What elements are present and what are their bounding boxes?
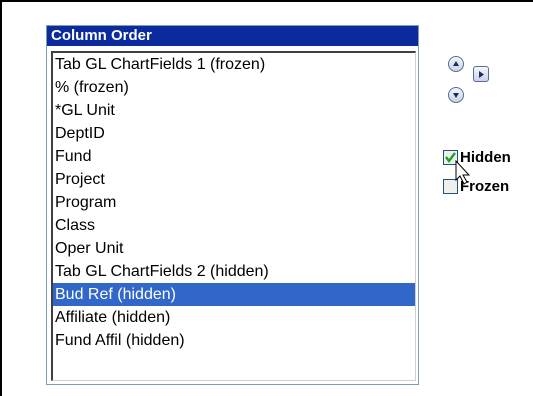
list-item[interactable]: Program xyxy=(53,191,415,214)
list-item[interactable]: Class xyxy=(53,214,415,237)
list-item[interactable]: Tab GL ChartFields 2 (hidden) xyxy=(53,260,415,283)
move-right-button[interactable] xyxy=(473,66,489,82)
move-up-icon xyxy=(453,61,459,66)
list-item[interactable]: Project xyxy=(53,168,415,191)
column-order-panel: Column Order Tab GL ChartFields 1 (froze… xyxy=(46,25,419,385)
list-item[interactable]: Affiliate (hidden) xyxy=(53,306,415,329)
list-item[interactable]: % (frozen) xyxy=(53,76,415,99)
move-right-icon xyxy=(479,71,484,78)
move-up-button[interactable] xyxy=(448,56,464,72)
list-item[interactable]: Fund Affil (hidden) xyxy=(53,329,415,352)
list-item[interactable]: Oper Unit xyxy=(53,237,415,260)
column-order-listbox[interactable]: Tab GL ChartFields 1 (frozen)% (frozen) *… xyxy=(51,51,416,381)
list-item[interactable]: *GL Unit xyxy=(53,99,415,122)
list-item[interactable]: Bud Ref (hidden) xyxy=(53,283,415,306)
list-item[interactable]: Tab GL ChartFields 1 (frozen) xyxy=(53,53,415,76)
list-item[interactable]: DeptID xyxy=(53,122,415,145)
move-down-icon xyxy=(453,93,459,98)
list-item[interactable]: Fund xyxy=(53,145,415,168)
column-order-header: Column Order xyxy=(47,26,418,46)
move-down-button[interactable] xyxy=(448,87,464,103)
frame-left-border xyxy=(0,0,2,396)
mouse-pointer-icon xyxy=(455,160,471,185)
frame-top-border xyxy=(0,0,533,2)
